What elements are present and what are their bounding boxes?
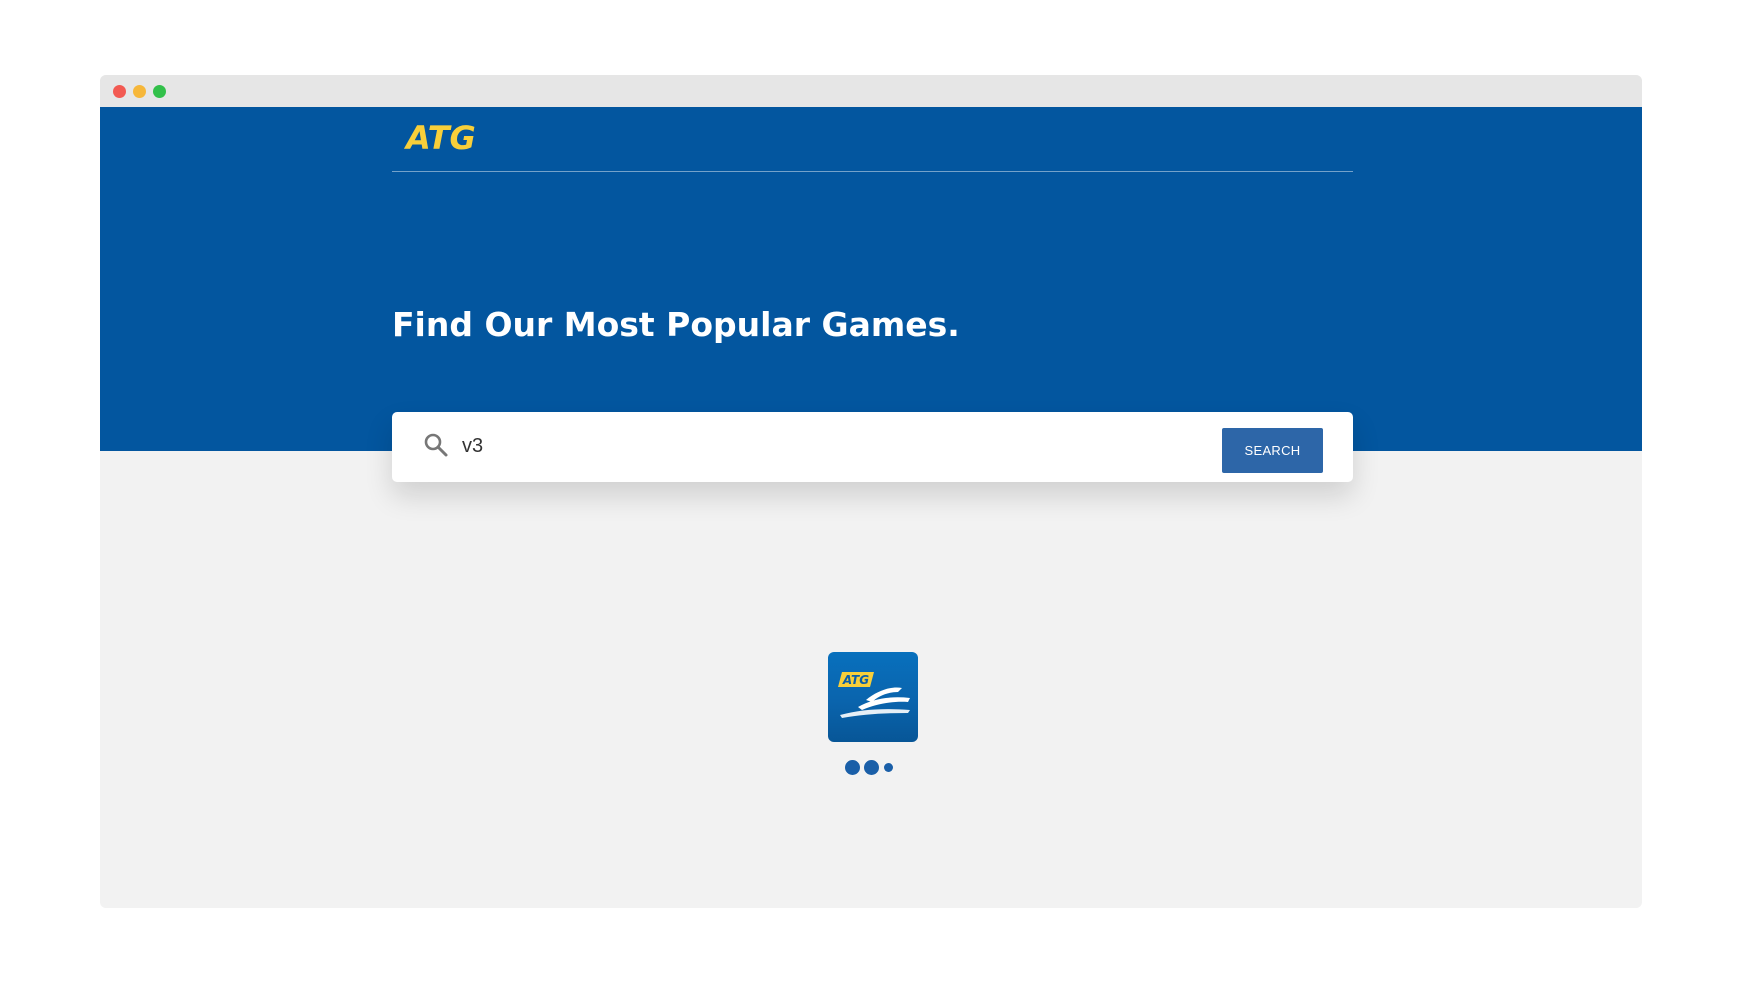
window-titlebar <box>100 75 1642 107</box>
browser-window: ATG Find Our Most Popular Games. SEARCH … <box>100 75 1642 908</box>
tile-logo-text: ATG <box>842 673 869 687</box>
maximize-window-button[interactable] <box>153 85 166 98</box>
close-window-button[interactable] <box>113 85 126 98</box>
loading-indicator <box>845 758 905 778</box>
loader-dot <box>864 760 879 775</box>
search-icon <box>423 432 449 458</box>
search-bar: SEARCH <box>392 412 1353 482</box>
atg-logo[interactable]: ATG <box>406 119 476 157</box>
hero-banner: ATG Find Our Most Popular Games. <box>100 107 1642 451</box>
search-button[interactable]: SEARCH <box>1222 428 1323 473</box>
page-title: Find Our Most Popular Games. <box>392 305 960 344</box>
horse-racing-icon: ATG <box>838 672 910 718</box>
loader-dot <box>845 760 860 775</box>
minimize-window-button[interactable] <box>133 85 146 98</box>
loader-dot <box>884 763 893 772</box>
site-header: ATG <box>392 107 1353 172</box>
search-input[interactable] <box>462 430 1182 462</box>
atg-app-tile[interactable]: ATG <box>828 652 918 742</box>
